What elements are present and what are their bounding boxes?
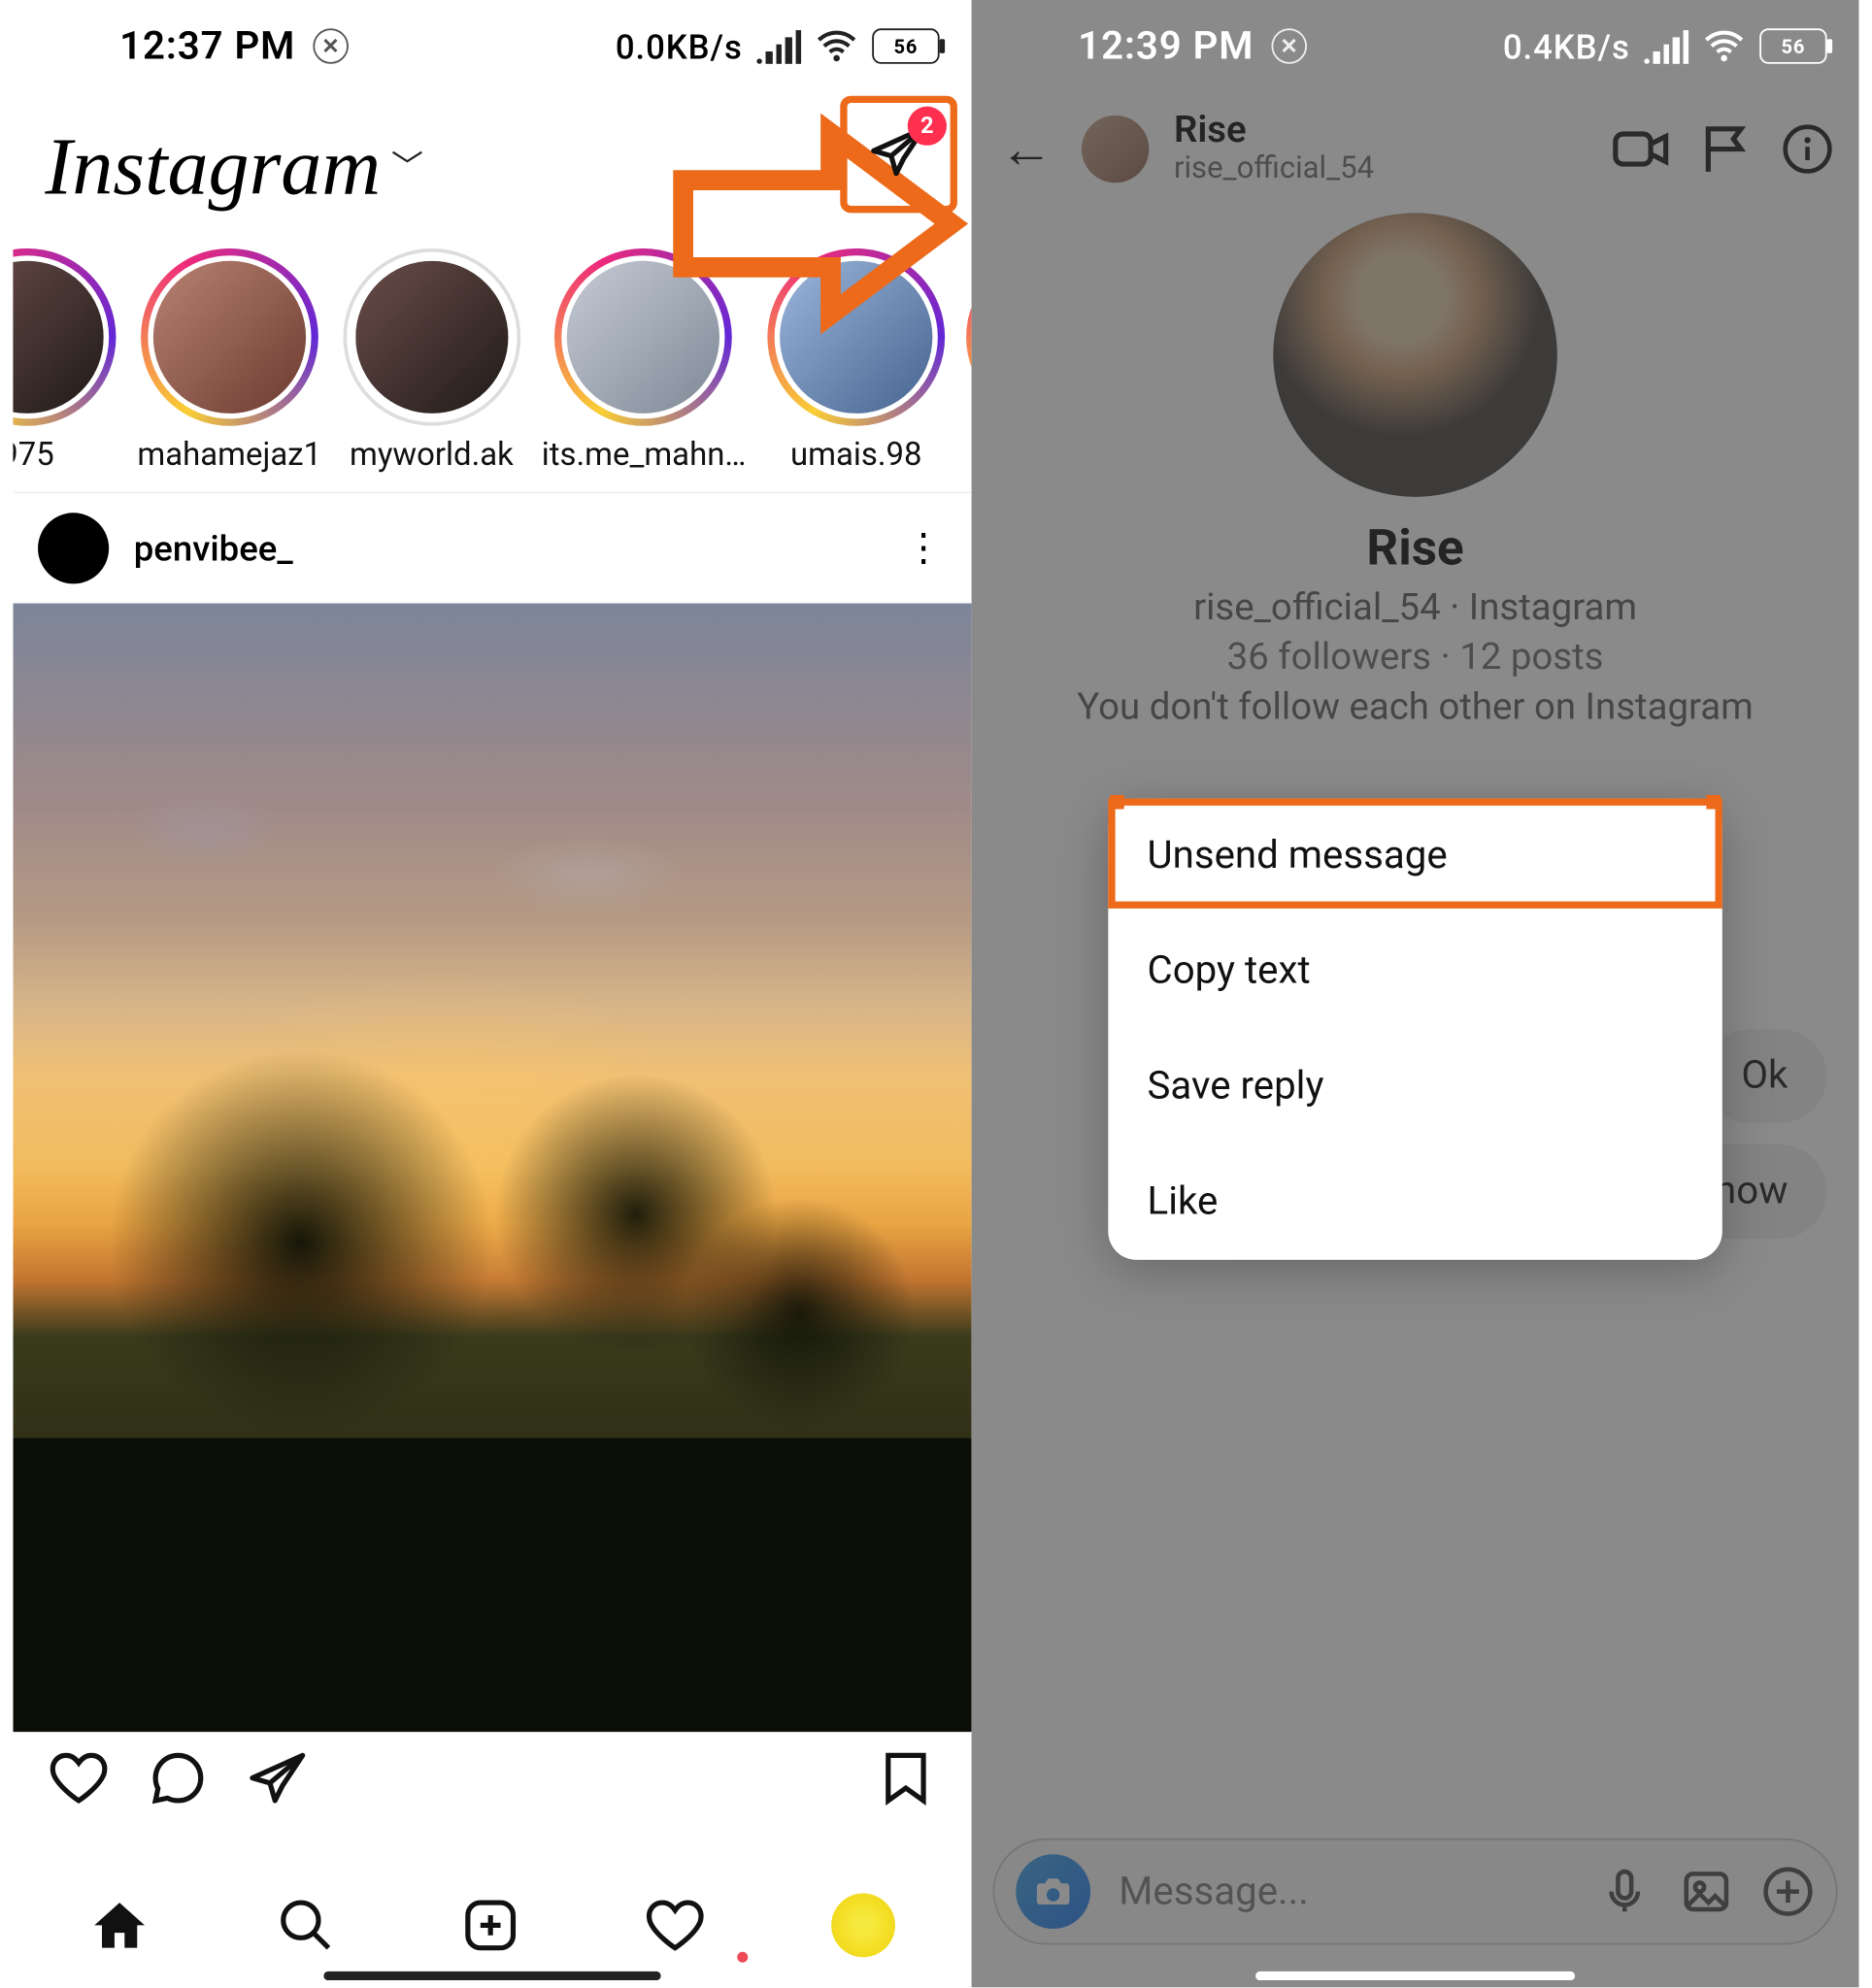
- clock: 12:37 PM: [119, 24, 295, 69]
- battery-icon: 56: [872, 28, 939, 64]
- post-image[interactable]: [13, 604, 971, 1733]
- story-item[interactable]: myworld.ak: [343, 248, 520, 474]
- story-item[interactable]: mahamejaz1: [137, 248, 321, 474]
- create-icon[interactable]: [460, 1895, 520, 1955]
- signal-icon: [1644, 29, 1688, 63]
- status-bar: 12:37 PM ✕ 0.0KB/s 56: [13, 0, 971, 92]
- menu-unsend[interactable]: Unsend message: [1108, 799, 1722, 914]
- avatar[interactable]: [38, 513, 109, 583]
- comment-icon[interactable]: [148, 1748, 208, 1808]
- post-author[interactable]: penvibee_: [134, 527, 293, 570]
- dm-button-highlight: 2: [840, 96, 957, 214]
- dm-button[interactable]: 2: [869, 120, 929, 187]
- activity-dot: [737, 1952, 748, 1963]
- save-icon[interactable]: [876, 1748, 936, 1808]
- bottom-nav: [13, 1863, 971, 1987]
- network-speed: 0.4KB/s: [1503, 26, 1630, 67]
- wifi-icon: [1703, 25, 1746, 68]
- clock: 12:39 PM: [1078, 24, 1254, 69]
- menu-like[interactable]: Like: [1108, 1144, 1722, 1260]
- like-icon[interactable]: [49, 1748, 109, 1808]
- story-item[interactable]: 975: [13, 248, 116, 474]
- story-item[interactable]: umais.98: [767, 248, 945, 474]
- chevron-down-icon[interactable]: ﹀: [391, 142, 423, 188]
- post-header[interactable]: penvibee_ ⋮: [13, 493, 971, 603]
- home-indicator: [323, 1971, 660, 1980]
- stories-tray[interactable]: 975 mahamejaz1 myworld.ak its.me_mahn… u…: [13, 245, 971, 493]
- status-bar: 12:39 PM ✕ 0.4KB/s 56: [972, 0, 1859, 92]
- profile-icon[interactable]: [831, 1893, 895, 1957]
- instagram-logo[interactable]: Instagram: [45, 118, 381, 213]
- dm-conversation: 12:39 PM ✕ 0.4KB/s 56 ← Rise rise_offici…: [972, 0, 1859, 1987]
- message-context-menu: Unsend message Copy text Save reply Like: [1108, 799, 1722, 1260]
- menu-save-reply[interactable]: Save reply: [1108, 1029, 1722, 1144]
- more-icon[interactable]: ⋮: [904, 526, 947, 571]
- network-speed: 0.0KB/s: [616, 26, 743, 67]
- dm-badge: 2: [908, 107, 947, 146]
- menu-copy[interactable]: Copy text: [1108, 913, 1722, 1029]
- activity-icon[interactable]: [646, 1895, 706, 1955]
- home-icon[interactable]: [89, 1895, 150, 1955]
- share-icon[interactable]: [248, 1748, 308, 1808]
- search-icon[interactable]: [275, 1895, 335, 1955]
- instagram-feed: 12:37 PM ✕ 0.0KB/s 56 Instagram ﹀ 2 975 …: [13, 0, 971, 1987]
- post-actions: [13, 1732, 971, 1824]
- status-icon: ✕: [314, 28, 350, 64]
- feed-header: Instagram ﹀: [13, 92, 971, 245]
- story-item[interactable]: its.me_mahn…: [542, 248, 747, 474]
- home-indicator: [1255, 1971, 1575, 1980]
- signal-icon: [756, 29, 801, 63]
- wifi-icon: [816, 25, 858, 68]
- battery-icon: 56: [1759, 28, 1826, 64]
- status-icon: ✕: [1272, 28, 1308, 64]
